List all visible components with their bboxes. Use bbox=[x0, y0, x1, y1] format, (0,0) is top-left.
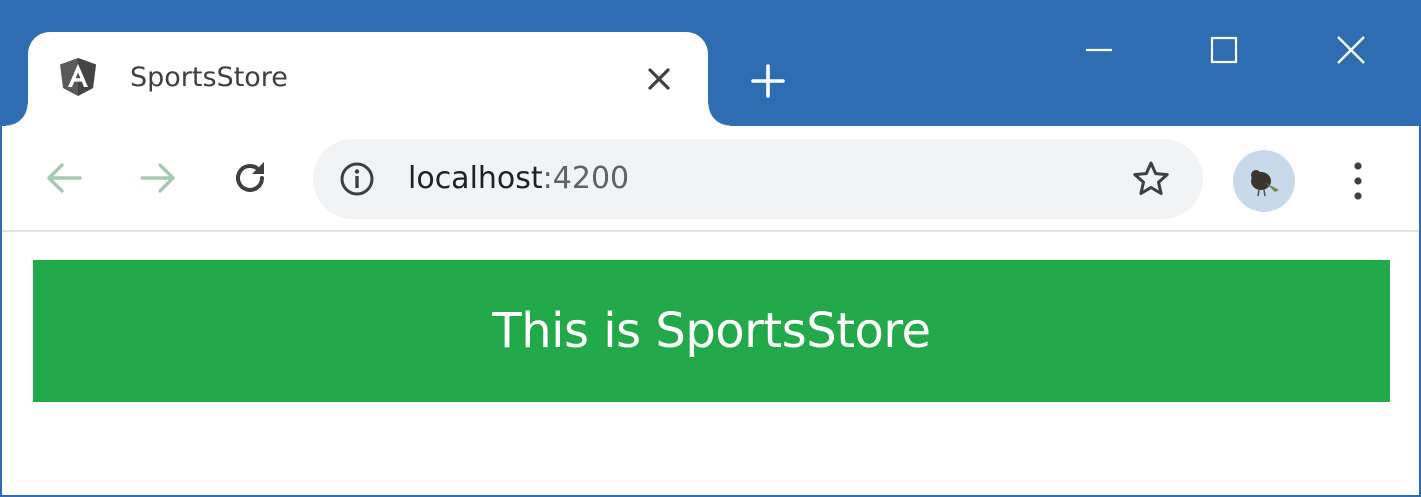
profile-bird-icon bbox=[1251, 170, 1279, 197]
maximize-icon bbox=[1210, 36, 1238, 64]
profile-avatar[interactable] bbox=[1233, 150, 1295, 212]
tab-title: SportsStore bbox=[130, 62, 288, 93]
new-tab-icon[interactable] bbox=[749, 62, 787, 100]
browser-window: SportsStore localhost:4200 This is Sport… bbox=[0, 0, 1421, 497]
arrow-right-icon[interactable] bbox=[136, 156, 180, 200]
more-options-icon[interactable] bbox=[1342, 158, 1374, 204]
tab-close-icon[interactable] bbox=[645, 65, 673, 93]
close-window-button[interactable] bbox=[1321, 22, 1381, 78]
maximize-button[interactable] bbox=[1194, 22, 1254, 78]
angular-logo-icon bbox=[60, 58, 96, 96]
page-content: This is SportsStore bbox=[2, 232, 1419, 495]
page-banner: This is SportsStore bbox=[33, 260, 1390, 402]
browser-toolbar: localhost:4200 bbox=[2, 126, 1419, 232]
star-icon[interactable] bbox=[1131, 159, 1171, 199]
address-bar[interactable]: localhost:4200 bbox=[313, 139, 1203, 219]
reload-icon[interactable] bbox=[228, 156, 272, 200]
tab-sportsstore[interactable]: SportsStore bbox=[6, 32, 730, 128]
close-icon bbox=[1337, 36, 1365, 64]
minimize-icon bbox=[1086, 48, 1112, 52]
url-host: localhost bbox=[408, 161, 543, 196]
title-bar: SportsStore bbox=[2, 2, 1419, 128]
arrow-left-icon[interactable] bbox=[42, 156, 86, 200]
url-text[interactable]: localhost:4200 bbox=[408, 159, 629, 199]
info-icon[interactable] bbox=[339, 161, 375, 197]
url-port: :4200 bbox=[542, 161, 630, 196]
minimize-button[interactable] bbox=[1069, 22, 1129, 78]
